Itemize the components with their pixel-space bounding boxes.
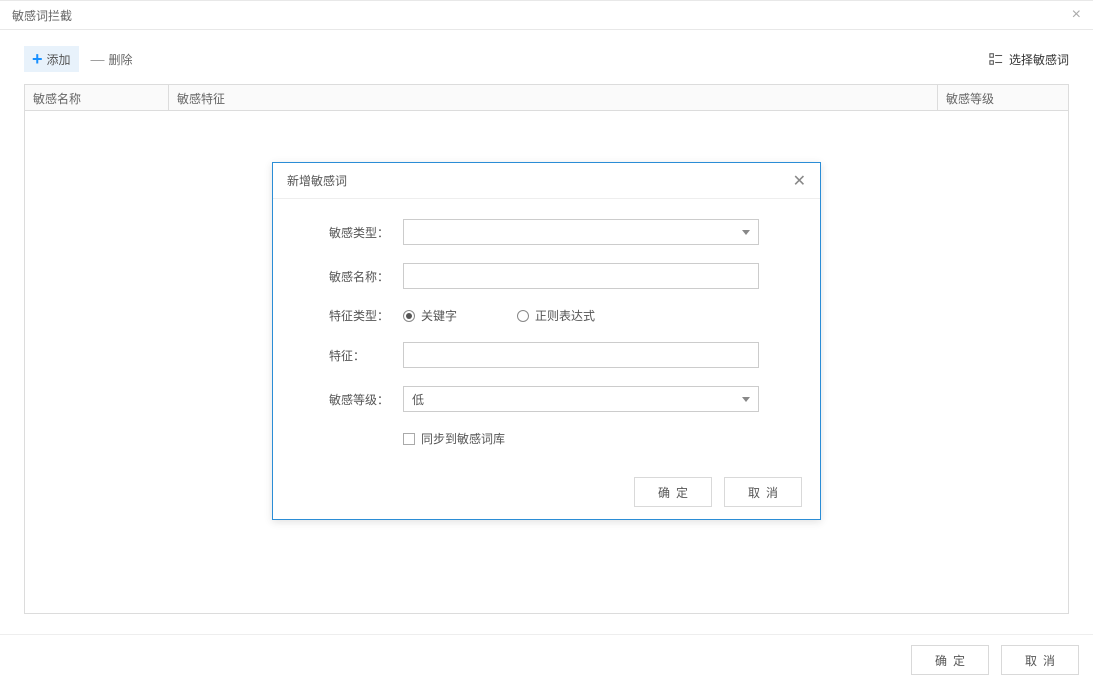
modal-header: 新增敏感词 ✕ — [273, 163, 820, 199]
select-sensitive-label: 选择敏感词 — [1009, 51, 1069, 68]
checkbox-icon — [403, 433, 415, 445]
toolbar: + 添加 — 删除 选择敏感词 — [0, 30, 1093, 84]
label-feature-type: 特征类型： — [329, 307, 403, 324]
minus-icon: — — [91, 51, 105, 67]
modal-footer: 确定 取消 — [273, 465, 820, 519]
page-close-icon[interactable]: × — [1072, 6, 1081, 24]
sensitive-level-value: 低 — [412, 391, 424, 408]
modal-cancel-button[interactable]: 取消 — [724, 477, 802, 507]
radio-regex[interactable]: 正则表达式 — [517, 307, 595, 324]
label-sensitive-name: 敏感名称： — [329, 268, 403, 285]
radio-keyword[interactable]: 关键字 — [403, 307, 457, 324]
add-button[interactable]: + 添加 — [24, 46, 79, 72]
sensitive-type-select[interactable] — [403, 219, 759, 245]
add-sensitive-modal: 新增敏感词 ✕ 敏感类型： 敏感名称： 特征类型： — [272, 162, 821, 520]
modal-close-icon[interactable]: ✕ — [793, 171, 806, 191]
column-header-feature[interactable]: 敏感特征 — [169, 85, 938, 110]
sync-checkbox-label: 同步到敏感词库 — [421, 430, 505, 447]
row-sensitive-name: 敏感名称： — [329, 263, 790, 289]
column-header-level[interactable]: 敏感等级 — [938, 85, 1068, 110]
add-button-label: 添加 — [47, 51, 71, 68]
feature-input[interactable] — [403, 342, 759, 368]
radio-regex-label: 正则表达式 — [535, 307, 595, 324]
radio-keyword-label: 关键字 — [421, 307, 457, 324]
page-ok-button[interactable]: 确定 — [911, 645, 989, 675]
modal-ok-button[interactable]: 确定 — [634, 477, 712, 507]
column-header-name[interactable]: 敏感名称 — [25, 85, 169, 110]
sensitive-level-select[interactable]: 低 — [403, 386, 759, 412]
label-sensitive-level: 敏感等级： — [329, 391, 403, 408]
row-feature: 特征： — [329, 342, 790, 368]
plus-icon: + — [32, 50, 43, 68]
page-title: 敏感词拦截 — [12, 7, 72, 24]
radio-icon — [517, 310, 529, 322]
row-feature-type: 特征类型： 关键字 正则表达式 — [329, 307, 790, 324]
sensitive-name-input[interactable] — [403, 263, 759, 289]
radio-icon — [403, 310, 415, 322]
delete-button[interactable]: — 删除 — [91, 51, 133, 68]
row-sensitive-type: 敏感类型： — [329, 219, 790, 245]
chevron-down-icon — [742, 397, 750, 402]
modal-body: 敏感类型： 敏感名称： 特征类型： 关键字 — [273, 199, 820, 465]
table-header: 敏感名称 敏感特征 敏感等级 — [25, 85, 1068, 111]
modal-title: 新增敏感词 — [287, 172, 347, 189]
label-feature: 特征： — [329, 347, 403, 364]
feature-type-radio-group: 关键字 正则表达式 — [403, 307, 790, 324]
chevron-down-icon — [742, 230, 750, 235]
row-sensitive-level: 敏感等级： 低 — [329, 386, 790, 412]
list-icon — [989, 52, 1003, 66]
label-sensitive-type: 敏感类型： — [329, 224, 403, 241]
toolbar-left: + 添加 — 删除 — [24, 46, 133, 72]
delete-button-label: 删除 — [109, 51, 133, 68]
page-cancel-button[interactable]: 取消 — [1001, 645, 1079, 675]
sync-checkbox[interactable]: 同步到敏感词库 — [403, 430, 790, 447]
page-header: 敏感词拦截 × — [0, 0, 1093, 30]
select-sensitive-button[interactable]: 选择敏感词 — [989, 51, 1069, 68]
page-footer: 确定 取消 — [0, 634, 1093, 685]
